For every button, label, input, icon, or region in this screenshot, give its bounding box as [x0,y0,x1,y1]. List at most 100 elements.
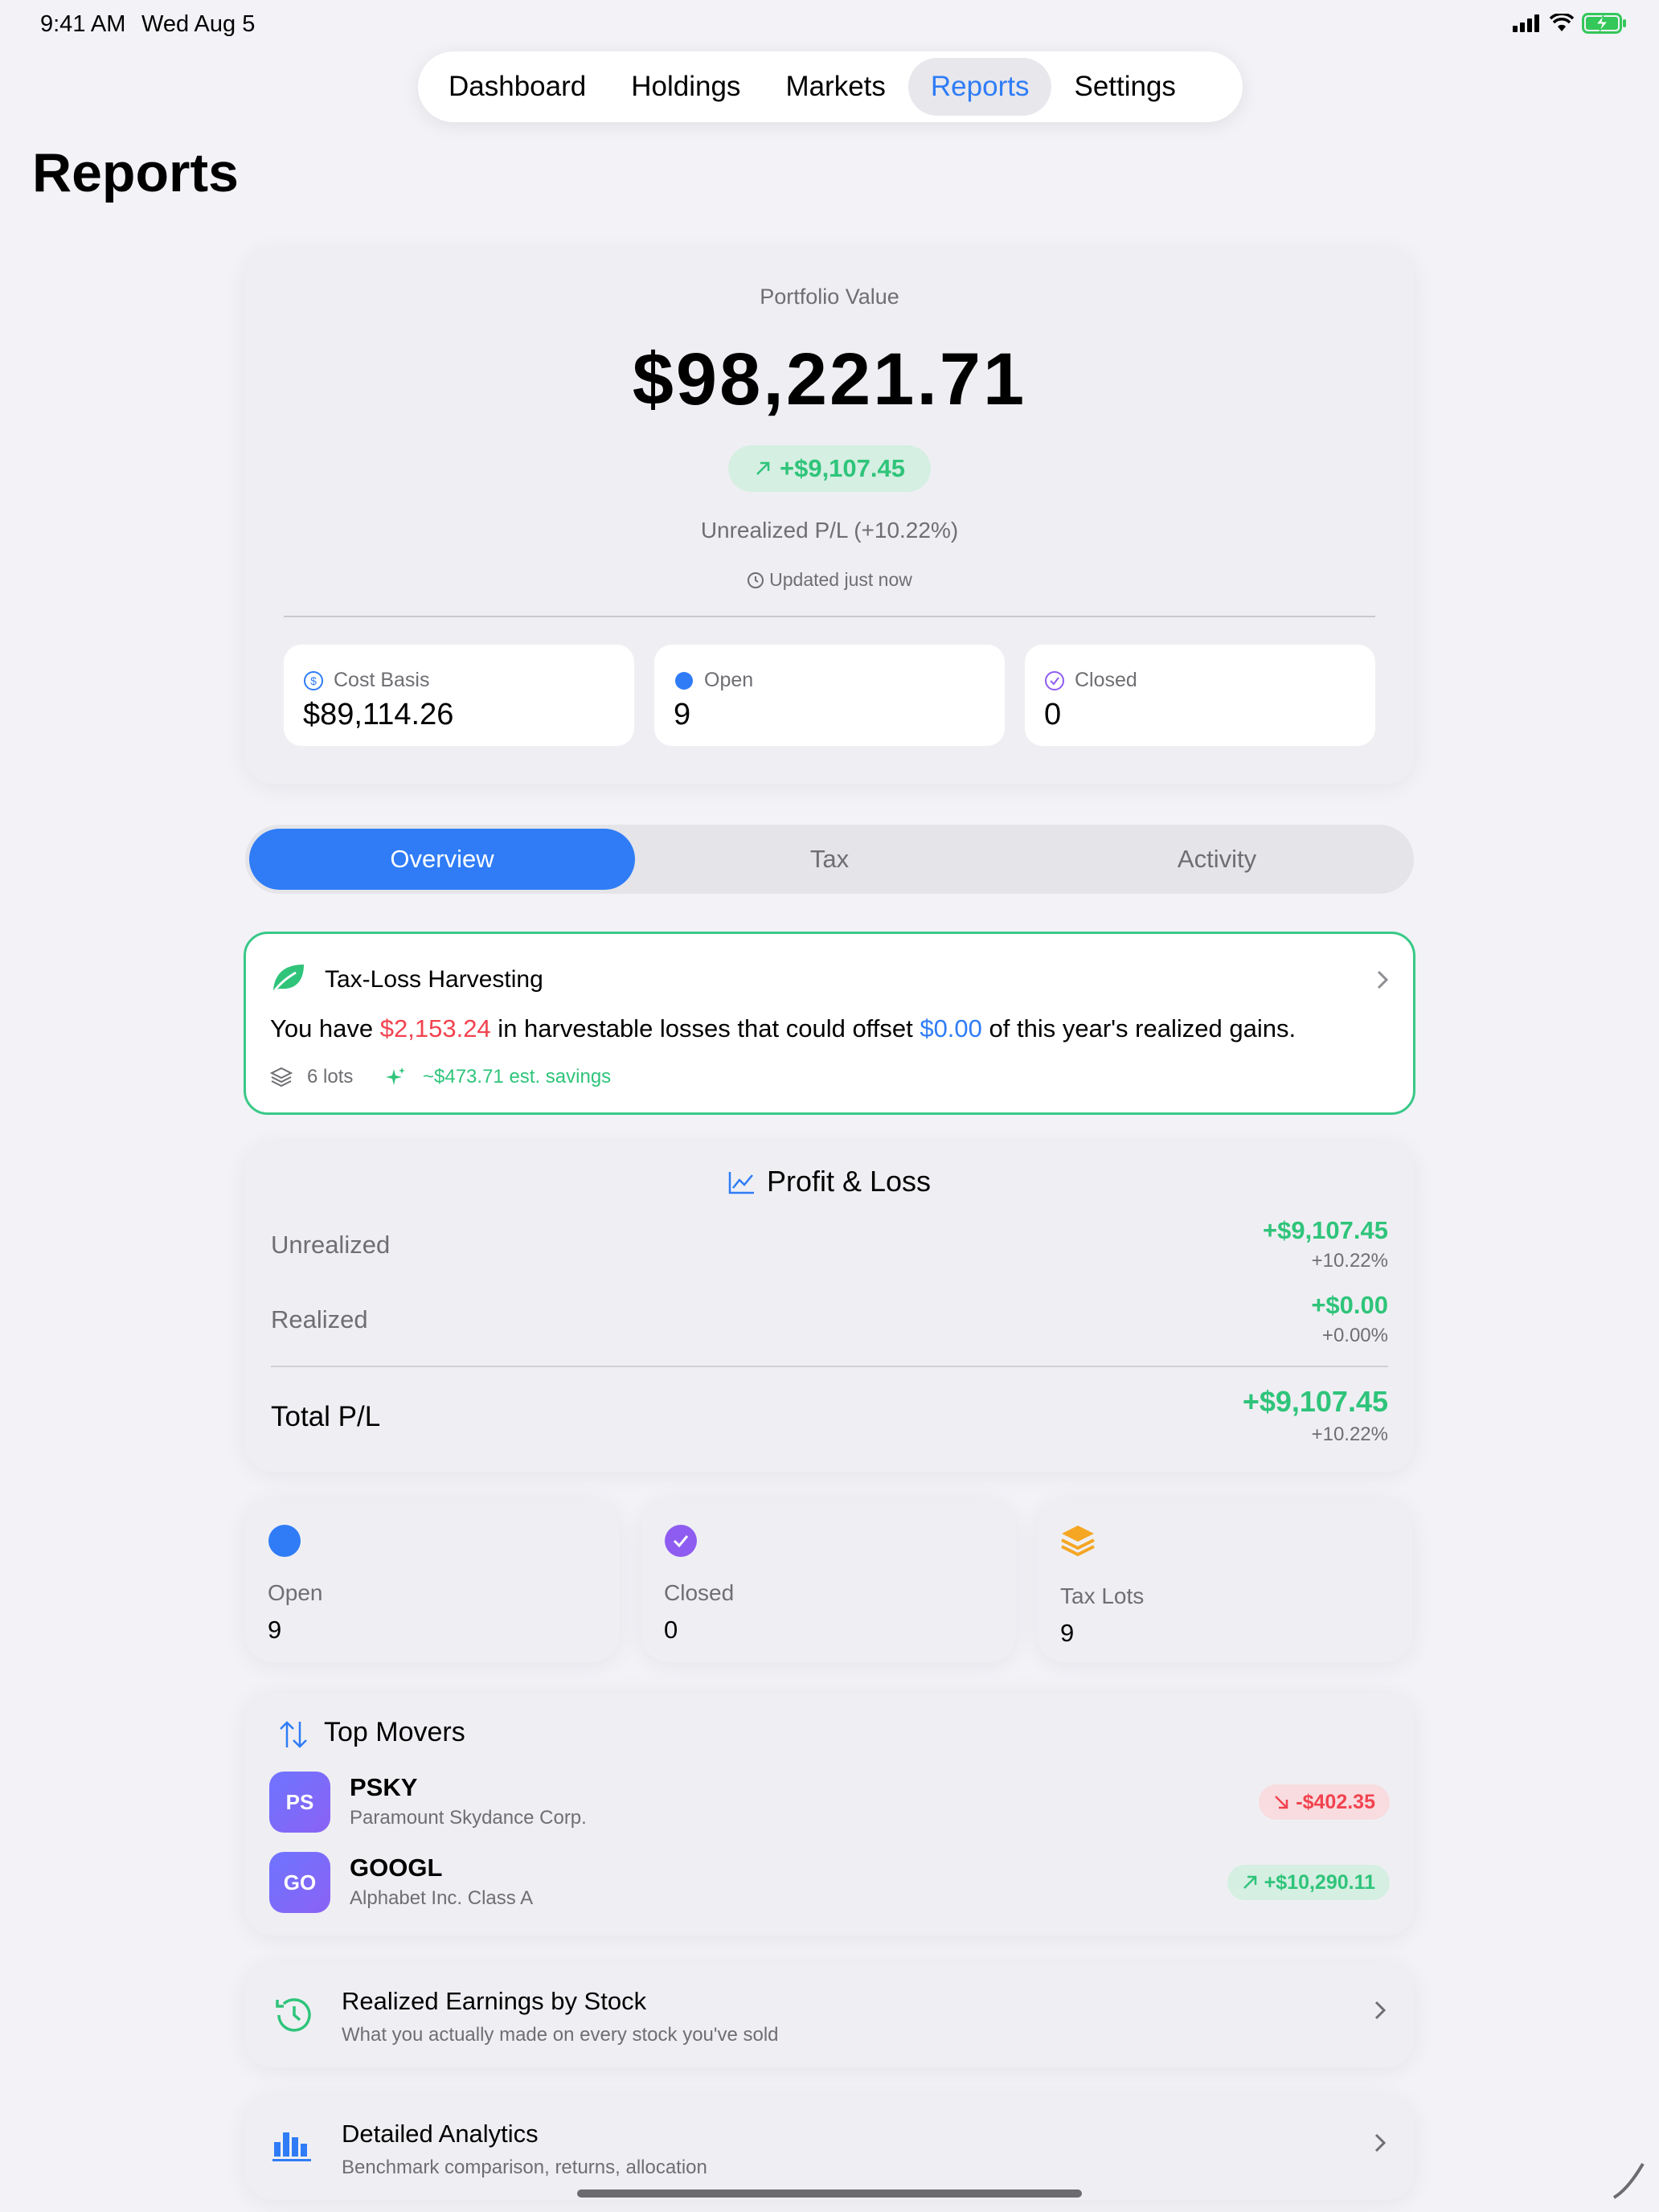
nav-settings[interactable]: Settings [1051,58,1198,116]
message-text: of this year's realized gains. [981,1014,1296,1043]
updated-text: Updated just now [769,569,912,590]
avatar: GO [269,1852,330,1913]
layers-icon [270,1067,293,1088]
total-pl-label: Total P/L [271,1401,381,1432]
chevron-right-icon [1374,2001,1387,2020]
ticker[interactable]: PSKY [350,1773,417,1802]
blue-dot-icon [675,672,693,690]
closed-stat: Closed 0 [1025,645,1375,746]
page-title: Reports [32,142,239,203]
status-date: Wed Aug 5 [141,11,256,37]
change-chip: +$10,290.11 [1227,1865,1390,1900]
arrow-down-right-icon [1275,1796,1288,1809]
segment-tax[interactable]: Tax [637,829,1022,890]
company-name: Paramount Skydance Corp. [350,1807,587,1829]
unrealized-value: +$9,107.45 [1262,1216,1388,1244]
message-text: You have [270,1014,380,1043]
top-movers-card: Top Movers PS PSKY Paramount Skydance Co… [245,1693,1414,1936]
lots-count: 6 lots [307,1066,354,1088]
link-title: Detailed Analytics [342,2120,539,2148]
dollar-circle-icon: $ [304,671,323,690]
ticker[interactable]: GOOGL [350,1854,442,1882]
total-pl-pct: +10.22% [1311,1423,1388,1445]
stat-label: Cost Basis [334,669,430,691]
arrow-up-right-icon [756,461,770,475]
link-subtitle: Benchmark comparison, returns, allocatio… [342,2157,707,2178]
harvestable-losses: $2,153.24 [379,1014,491,1043]
portfolio-value: $98,221.71 [632,338,1027,420]
mini-value: 9 [1060,1619,1075,1647]
portfolio-label: Portfolio Value [760,285,899,309]
top-movers-title: Top Movers [324,1717,465,1747]
segment-activity[interactable]: Activity [1024,829,1410,890]
stat-value: 9 [674,698,691,731]
stat-label: Open [704,669,754,691]
chevron-right-icon [1374,2133,1387,2153]
top-navigation: Dashboard Holdings Markets Reports Setti… [418,51,1243,122]
unrealized-label: Unrealized [271,1231,391,1259]
nav-dashboard[interactable]: Dashboard [426,58,608,116]
clock-icon [748,572,764,588]
profit-loss-card: Profit & Loss Unrealized +$9,107.45 +10.… [245,1142,1414,1472]
arrow-up-right-icon [1243,1875,1256,1889]
tax-loss-harvesting-card[interactable]: Tax-Loss Harvesting You have $2,153.24 i… [244,932,1415,1115]
pencil-handle-icon [1612,2162,1645,2199]
mini-label: Closed [664,1580,735,1605]
realized-earnings-row[interactable]: Realized Earnings by Stock What you actu… [245,1963,1414,2067]
mini-label: Open [268,1580,323,1605]
portfolio-change-badge: +$9,107.45 [728,445,931,492]
link-subtitle: What you actually made on every stock yo… [342,2024,779,2046]
stat-value: $89,114.26 [303,698,454,731]
status-icons [1513,13,1627,34]
offset-gains: $0.00 [920,1014,982,1043]
realized-label: Realized [271,1305,368,1333]
checkmark-circle-icon [665,1525,697,1557]
segmented-control: Overview Tax Activity [245,825,1414,894]
home-indicator[interactable] [577,2189,1082,2198]
tax-lots-card: Tax Lots 9 [1038,1500,1412,1662]
company-name: Alphabet Inc. Class A [350,1887,534,1909]
message-text: in harvestable losses that could offset [490,1014,920,1043]
chart-line-icon [728,1172,754,1194]
cost-basis-stat: $ Cost Basis $89,114.26 [284,645,634,746]
portfolio-card: Portfolio Value $98,221.71 +$9,107.45 Un… [245,249,1414,784]
updated-status: Updated just now [245,569,1414,591]
closed-positions-card: Closed 0 [641,1500,1016,1662]
estimated-savings: ~$473.71 est. savings [423,1066,612,1088]
stat-value: 0 [1044,698,1062,731]
leaf-icon [273,965,304,991]
arrows-up-down-icon [280,1721,307,1748]
bar-chart-icon [272,2132,311,2161]
detailed-analytics-row[interactable]: Detailed Analytics Benchmark comparison,… [245,2095,1414,2200]
profit-loss-title: Profit & Loss [766,1165,932,1198]
svg-text:$: $ [310,674,317,687]
segment-overview[interactable]: Overview [249,829,635,890]
blue-dot-icon [268,1525,301,1557]
link-title: Realized Earnings by Stock [342,1987,647,2015]
stat-label: Closed [1075,669,1137,691]
check-circle-icon [1045,671,1064,690]
divider [284,616,1375,617]
avatar: PS [269,1772,330,1833]
unrealized-pl-text: Unrealized P/L (+10.22%) [700,518,959,543]
status-time: 9:41 AM [40,11,126,37]
change-value: +$10,290.11 [1264,1870,1375,1894]
portfolio-change: +$9,107.45 [779,454,905,482]
realized-pct: +0.00% [1321,1325,1388,1346]
cellular-signal-icon [1513,14,1539,32]
nav-holdings[interactable]: Holdings [608,58,763,116]
battery-charging-icon [1582,13,1626,34]
nav-reports[interactable]: Reports [907,58,1052,116]
nav-markets[interactable]: Markets [763,58,907,116]
wifi-icon [1550,14,1574,31]
stack-icon [1061,1526,1095,1557]
unrealized-pct: +10.22% [1311,1250,1388,1272]
chevron-right-icon [1377,970,1389,989]
profit-loss-header: Profit & Loss [245,1165,1414,1198]
open-stat: Open 9 [654,645,1005,746]
realized-value: +$0.00 [1311,1291,1388,1319]
change-value: -$402.35 [1296,1790,1375,1813]
tax-loss-message: You have $2,153.24 in harvestable losses… [270,1014,1296,1043]
divider [271,1366,1388,1367]
mini-label: Tax Lots [1060,1583,1145,1608]
